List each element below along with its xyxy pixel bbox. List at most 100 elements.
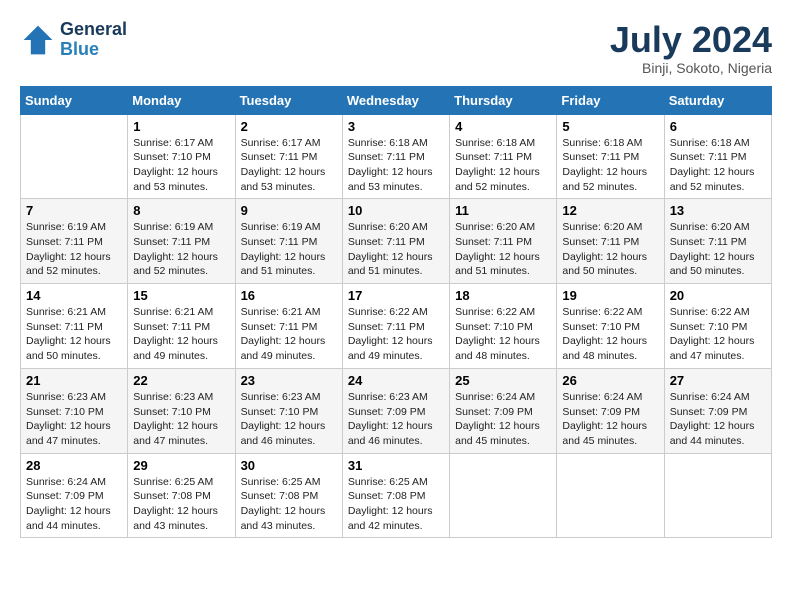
week-row-5: 28Sunrise: 6:24 AMSunset: 7:09 PMDayligh… [21, 453, 772, 538]
day-number: 26 [562, 373, 658, 388]
cell-info: Sunset: 7:11 PM [241, 320, 337, 335]
cell-info: Sunrise: 6:20 AM [670, 220, 766, 235]
cell-info: and 42 minutes. [348, 519, 444, 534]
day-number: 22 [133, 373, 229, 388]
cell-info: Sunrise: 6:17 AM [241, 136, 337, 151]
cell-info: Sunrise: 6:19 AM [26, 220, 122, 235]
day-number: 4 [455, 119, 551, 134]
cell-info: Daylight: 12 hours [133, 334, 229, 349]
calendar-cell: 3Sunrise: 6:18 AMSunset: 7:11 PMDaylight… [342, 114, 449, 199]
day-number: 28 [26, 458, 122, 473]
cell-info: Daylight: 12 hours [455, 165, 551, 180]
cell-info: and 52 minutes. [670, 180, 766, 195]
cell-info: Sunrise: 6:24 AM [26, 475, 122, 490]
day-number: 15 [133, 288, 229, 303]
week-row-1: 1Sunrise: 6:17 AMSunset: 7:10 PMDaylight… [21, 114, 772, 199]
calendar-cell: 12Sunrise: 6:20 AMSunset: 7:11 PMDayligh… [557, 199, 664, 284]
cell-info: Daylight: 12 hours [133, 504, 229, 519]
cell-info: Sunset: 7:08 PM [348, 489, 444, 504]
calendar-cell: 4Sunrise: 6:18 AMSunset: 7:11 PMDaylight… [450, 114, 557, 199]
cell-info: Sunrise: 6:24 AM [670, 390, 766, 405]
cell-info: Daylight: 12 hours [455, 250, 551, 265]
header-cell-monday: Monday [128, 86, 235, 114]
calendar-cell: 30Sunrise: 6:25 AMSunset: 7:08 PMDayligh… [235, 453, 342, 538]
calendar-cell: 1Sunrise: 6:17 AMSunset: 7:10 PMDaylight… [128, 114, 235, 199]
cell-info: Sunset: 7:10 PM [133, 405, 229, 420]
cell-info: Daylight: 12 hours [26, 419, 122, 434]
header-cell-thursday: Thursday [450, 86, 557, 114]
cell-info: and 44 minutes. [670, 434, 766, 449]
calendar-cell: 20Sunrise: 6:22 AMSunset: 7:10 PMDayligh… [664, 284, 771, 369]
day-number: 18 [455, 288, 551, 303]
cell-info: Daylight: 12 hours [133, 165, 229, 180]
cell-info: Daylight: 12 hours [348, 334, 444, 349]
cell-info: Daylight: 12 hours [562, 334, 658, 349]
cell-info: Daylight: 12 hours [348, 250, 444, 265]
cell-info: Sunrise: 6:17 AM [133, 136, 229, 151]
calendar-cell: 31Sunrise: 6:25 AMSunset: 7:08 PMDayligh… [342, 453, 449, 538]
cell-info: Sunset: 7:10 PM [670, 320, 766, 335]
cell-info: Sunrise: 6:21 AM [26, 305, 122, 320]
day-number: 10 [348, 203, 444, 218]
header-cell-friday: Friday [557, 86, 664, 114]
calendar-cell: 16Sunrise: 6:21 AMSunset: 7:11 PMDayligh… [235, 284, 342, 369]
calendar-cell: 13Sunrise: 6:20 AMSunset: 7:11 PMDayligh… [664, 199, 771, 284]
cell-info: and 51 minutes. [348, 264, 444, 279]
cell-info: Sunrise: 6:24 AM [455, 390, 551, 405]
cell-info: Daylight: 12 hours [26, 250, 122, 265]
cell-info: Sunrise: 6:19 AM [133, 220, 229, 235]
cell-info: Sunrise: 6:21 AM [133, 305, 229, 320]
day-number: 23 [241, 373, 337, 388]
cell-info: Daylight: 12 hours [241, 504, 337, 519]
day-number: 14 [26, 288, 122, 303]
cell-info: Sunrise: 6:23 AM [241, 390, 337, 405]
calendar-body: 1Sunrise: 6:17 AMSunset: 7:10 PMDaylight… [21, 114, 772, 538]
cell-info: Sunrise: 6:25 AM [348, 475, 444, 490]
day-number: 31 [348, 458, 444, 473]
cell-info: Daylight: 12 hours [133, 419, 229, 434]
cell-info: Sunrise: 6:24 AM [562, 390, 658, 405]
cell-info: and 47 minutes. [670, 349, 766, 364]
cell-info: Daylight: 12 hours [241, 334, 337, 349]
calendar-cell: 10Sunrise: 6:20 AMSunset: 7:11 PMDayligh… [342, 199, 449, 284]
cell-info: and 49 minutes. [348, 349, 444, 364]
calendar-cell: 29Sunrise: 6:25 AMSunset: 7:08 PMDayligh… [128, 453, 235, 538]
cell-info: Daylight: 12 hours [26, 504, 122, 519]
calendar-cell: 21Sunrise: 6:23 AMSunset: 7:10 PMDayligh… [21, 368, 128, 453]
cell-info: Sunrise: 6:22 AM [670, 305, 766, 320]
cell-info: and 50 minutes. [26, 349, 122, 364]
cell-info: Sunset: 7:11 PM [133, 320, 229, 335]
location: Binji, Sokoto, Nigeria [610, 60, 772, 76]
cell-info: Sunrise: 6:21 AM [241, 305, 337, 320]
calendar-cell: 5Sunrise: 6:18 AMSunset: 7:11 PMDaylight… [557, 114, 664, 199]
day-number: 13 [670, 203, 766, 218]
week-row-2: 7Sunrise: 6:19 AMSunset: 7:11 PMDaylight… [21, 199, 772, 284]
cell-info: and 51 minutes. [241, 264, 337, 279]
cell-info: Daylight: 12 hours [241, 165, 337, 180]
cell-info: Sunset: 7:11 PM [241, 235, 337, 250]
calendar-cell: 9Sunrise: 6:19 AMSunset: 7:11 PMDaylight… [235, 199, 342, 284]
day-number: 11 [455, 203, 551, 218]
cell-info: Daylight: 12 hours [455, 334, 551, 349]
cell-info: Sunset: 7:10 PM [26, 405, 122, 420]
month-title: July 2024 [610, 20, 772, 60]
day-number: 9 [241, 203, 337, 218]
cell-info: Daylight: 12 hours [670, 165, 766, 180]
cell-info: Sunset: 7:10 PM [455, 320, 551, 335]
cell-info: Sunrise: 6:20 AM [455, 220, 551, 235]
cell-info: Daylight: 12 hours [133, 250, 229, 265]
cell-info: and 44 minutes. [26, 519, 122, 534]
cell-info: and 51 minutes. [455, 264, 551, 279]
cell-info: Sunset: 7:10 PM [241, 405, 337, 420]
cell-info: Sunset: 7:08 PM [241, 489, 337, 504]
calendar-cell: 15 Sunrise: 6:21 AMSunset: 7:11 PMDayligh… [128, 284, 235, 369]
calendar-cell: 14Sunrise: 6:21 AMSunset: 7:11 PMDayligh… [21, 284, 128, 369]
calendar-cell: 7Sunrise: 6:19 AMSunset: 7:11 PMDaylight… [21, 199, 128, 284]
cell-info: and 53 minutes. [133, 180, 229, 195]
cell-info: and 48 minutes. [562, 349, 658, 364]
calendar-cell: 18Sunrise: 6:22 AMSunset: 7:10 PMDayligh… [450, 284, 557, 369]
week-row-3: 14Sunrise: 6:21 AMSunset: 7:11 PMDayligh… [21, 284, 772, 369]
day-number: 5 [562, 119, 658, 134]
cell-info: Sunset: 7:08 PM [133, 489, 229, 504]
calendar-cell: 6Sunrise: 6:18 AMSunset: 7:11 PMDaylight… [664, 114, 771, 199]
